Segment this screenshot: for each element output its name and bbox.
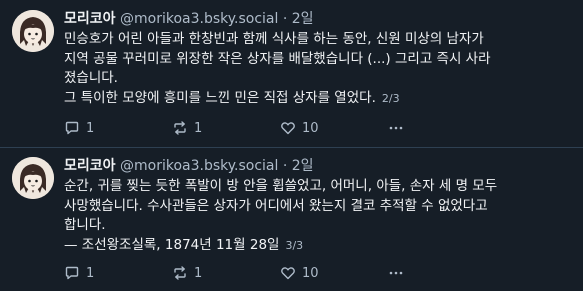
- reply-icon: [65, 121, 79, 135]
- avatar-image: [12, 10, 54, 52]
- post-text: 민승호가 어린 아들과 한창빈과 함께 식사를 하는 동안, 신원 미상의 남자…: [64, 30, 569, 108]
- like-count: 10: [302, 120, 319, 136]
- reply-button[interactable]: 1: [64, 119, 94, 137]
- like-button[interactable]: 10: [280, 264, 319, 282]
- like-count: 10: [302, 265, 319, 281]
- avatar[interactable]: [12, 157, 54, 199]
- more-button[interactable]: [388, 119, 410, 137]
- repost-button[interactable]: 1: [172, 264, 202, 282]
- thread-count: 3/3: [285, 238, 304, 252]
- timestamp[interactable]: 2일: [292, 11, 314, 27]
- post-text-line: 민승호가 어린 아들과 한창빈과 함께 식사를 하는 동안, 신원 미상의 남자…: [64, 31, 484, 47]
- post-actions: 1 1 10: [64, 119, 569, 137]
- reply-count: 1: [86, 120, 95, 136]
- thread-count: 2/3: [381, 91, 400, 105]
- repost-count: 1: [194, 120, 203, 136]
- more-icon: [389, 126, 403, 130]
- more-icon: [389, 271, 403, 275]
- display-name[interactable]: 모리코아: [64, 158, 116, 174]
- feed: 모리코아 @morikoa3.bsky.social · 2일 민승호가 어린 …: [0, 0, 583, 291]
- like-button[interactable]: 10: [280, 119, 319, 137]
- separator: ·: [282, 158, 288, 174]
- repost-button[interactable]: 1: [172, 119, 202, 137]
- repost-icon: [174, 266, 186, 280]
- post-text-line: 사망했습니다. 수사관들은 상자가 어디에서 왔는지 결코 추적할 수 없었다고: [64, 197, 488, 214]
- post-actions: 1 1 10: [64, 264, 569, 282]
- heart-icon: [281, 267, 295, 280]
- separator: ·: [282, 11, 288, 27]
- handle[interactable]: @morikoa3.bsky.social: [120, 158, 278, 174]
- post-text-line: 그 특이한 모양에 흥미를 느낀 민은 직접 상자를 열었다. 2/3: [64, 89, 569, 109]
- post-header: 모리코아 @morikoa3.bsky.social · 2일: [64, 9, 314, 29]
- post-text-line: — 조선왕조실록, 1874년 11월 28일 3/3: [64, 236, 569, 256]
- post-header: 모리코아 @morikoa3.bsky.social · 2일: [64, 156, 314, 176]
- avatar-image: [12, 157, 54, 199]
- post[interactable]: 모리코아 @morikoa3.bsky.social · 2일 순간, 귀를 찢…: [0, 147, 583, 291]
- post-text: 순간, 귀를 찢는 듯한 폭발이 방 안을 휩쓸었고, 어머니, 아들, 손자 …: [64, 177, 569, 255]
- handle[interactable]: @morikoa3.bsky.social: [120, 11, 278, 27]
- reply-count: 1: [86, 265, 95, 281]
- post-text-line: 순간, 귀를 찢는 듯한 폭발이 방 안을 휩쓸었고, 어머니, 아들, 손자 …: [64, 178, 498, 194]
- heart-icon: [281, 122, 295, 135]
- reply-button[interactable]: 1: [64, 264, 94, 282]
- avatar[interactable]: [12, 10, 54, 52]
- post-text-line: 졌습니다.: [64, 70, 118, 86]
- post-text-line: 합니다.: [64, 217, 106, 233]
- reply-icon: [65, 266, 79, 280]
- timestamp[interactable]: 2일: [292, 158, 314, 174]
- display-name[interactable]: 모리코아: [64, 11, 116, 27]
- repost-icon: [174, 121, 186, 135]
- more-button[interactable]: [388, 264, 410, 282]
- repost-count: 1: [194, 265, 203, 281]
- post-text-line: 지역 공물 꾸러미로 위장한 작은 상자를 배달했습니다 (...) 그리고 즉…: [64, 50, 491, 67]
- post[interactable]: 모리코아 @morikoa3.bsky.social · 2일 민승호가 어린 …: [0, 0, 583, 147]
- post-text-line-content: — 조선왕조실록, 1874년 11월 28일: [64, 236, 280, 253]
- post-text-line-content: 그 특이한 모양에 흥미를 느낀 민은 직접 상자를 열었다.: [64, 89, 376, 106]
